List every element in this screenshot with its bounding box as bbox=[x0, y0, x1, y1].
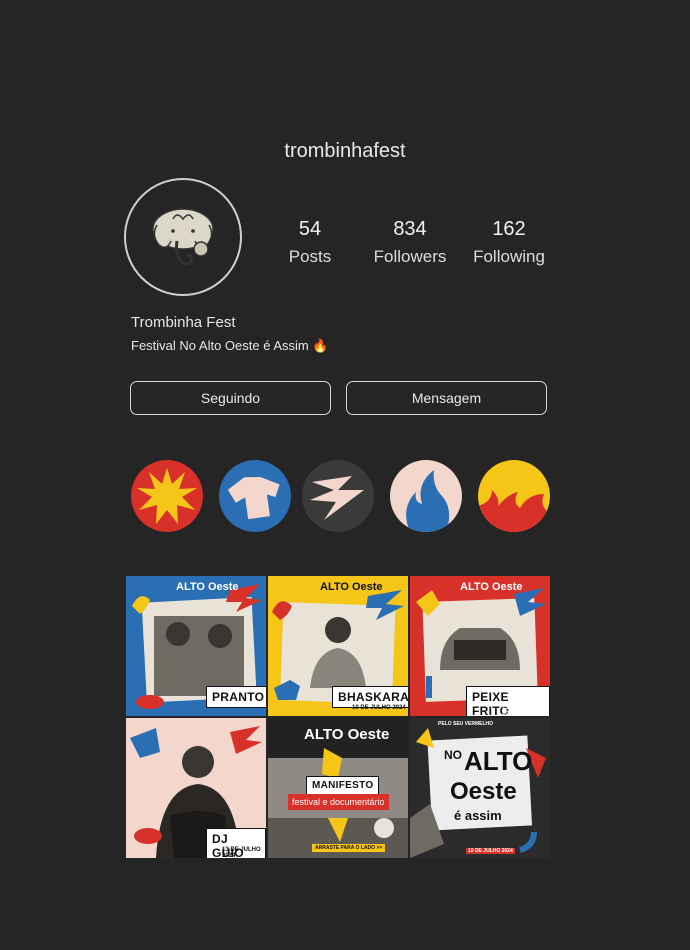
post-caption: 10 DE JULHO 2024 bbox=[352, 705, 406, 711]
post-label: PRANTO bbox=[206, 686, 266, 708]
avatar[interactable] bbox=[124, 178, 242, 296]
message-button[interactable]: Mensagem bbox=[346, 381, 547, 415]
highlight-4[interactable] bbox=[390, 460, 462, 532]
following-count[interactable]: 162 Following bbox=[459, 218, 559, 267]
post-title-alto: ALTO bbox=[464, 746, 533, 776]
elephant-logo-icon bbox=[152, 208, 214, 266]
post-tile-2[interactable]: ALTO Oeste BHASKARA 10 DE JULHO 2024 bbox=[268, 576, 408, 716]
followers-count-label: Followers bbox=[373, 247, 447, 266]
posts-count[interactable]: 54 Posts bbox=[260, 218, 360, 267]
bio-text: Festival No Alto Oeste é Assim 🔥 bbox=[131, 338, 329, 353]
post-tile-5[interactable]: ALTO Oeste MANIFESTO festival e document… bbox=[268, 718, 408, 858]
following-count-value: 162 bbox=[492, 218, 526, 240]
post-title-e-assim: é assim bbox=[454, 808, 502, 823]
post-tile-1[interactable]: ALTO Oeste PRANTO bbox=[126, 576, 266, 716]
post-caption: 13 DE JULHO 2024 bbox=[502, 705, 541, 716]
post-subtitle: festival e documentário bbox=[288, 794, 389, 810]
post-caption: 13 DE JULHO 2024 bbox=[222, 847, 261, 858]
post-tile-3[interactable]: ALTO Oeste PEIXE FRITO 13 DE JULHO 2024 bbox=[410, 576, 550, 716]
sun-burst-icon bbox=[137, 468, 197, 524]
highlight-3[interactable] bbox=[302, 460, 374, 532]
post-tile-6[interactable]: PELO SEU VERMELHO NO ALTO Oeste é assim … bbox=[410, 718, 550, 858]
post-caption: 10 DE JULHO 2024 bbox=[466, 848, 515, 854]
followers-count[interactable]: 834 Followers bbox=[360, 218, 460, 267]
post-logo: ALTO Oeste bbox=[176, 581, 239, 593]
lightning-icon bbox=[310, 476, 364, 520]
post-caption: ARRASTE PARA O LADO >> bbox=[312, 844, 386, 852]
following-button[interactable]: Seguindo bbox=[130, 381, 331, 415]
post-title-oeste: Oeste bbox=[450, 778, 517, 805]
profile-username: trombinhafest bbox=[284, 140, 406, 162]
flame-red-icon bbox=[478, 490, 550, 532]
tshirt-icon bbox=[227, 477, 280, 520]
post-top-caption: PELO SEU VERMELHO bbox=[438, 721, 494, 727]
followers-count-value: 834 bbox=[393, 218, 427, 240]
following-count-label: Following bbox=[473, 247, 545, 266]
post-label: MANIFESTO bbox=[306, 776, 380, 795]
posts-count-value: 54 bbox=[298, 218, 322, 240]
post-title-no: NO bbox=[444, 748, 462, 762]
posts-count-label: Posts bbox=[288, 247, 332, 266]
flame-blue-icon bbox=[406, 470, 450, 532]
display-name: Trombinha Fest bbox=[131, 314, 236, 331]
post-tile-4[interactable]: DJ GUIO 13 DE JULHO 2024 bbox=[126, 718, 266, 858]
post-logo: ALTO Oeste bbox=[304, 726, 390, 743]
highlight-5[interactable] bbox=[478, 460, 550, 532]
post-logo: ALTO Oeste bbox=[320, 581, 383, 593]
highlight-1[interactable] bbox=[131, 460, 203, 532]
highlight-2[interactable] bbox=[219, 460, 291, 532]
post-logo: ALTO Oeste bbox=[460, 581, 523, 593]
